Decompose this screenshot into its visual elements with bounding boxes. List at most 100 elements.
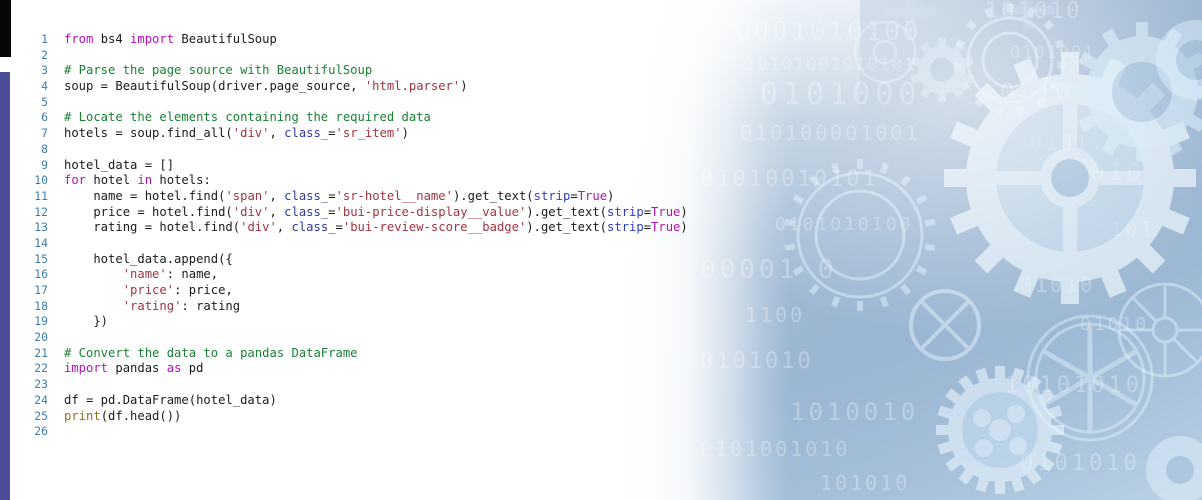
code-line[interactable]: 9 hotel_data = [] <box>0 158 760 174</box>
code-line[interactable]: 14 <box>0 236 760 252</box>
code-token-str: 'price' <box>122 283 175 297</box>
code-token-pl: = <box>643 220 652 235</box>
code-token-str: 'rating' <box>122 298 182 313</box>
code-token-pl: : price, <box>174 283 233 297</box>
code-token-pl: , <box>269 204 285 219</box>
code-token-pl: bs4 <box>93 32 131 46</box>
code-token-kw: for <box>64 173 87 188</box>
code-line-text: hotels = soup.find_all('div', class_='sr… <box>64 126 409 142</box>
code-token-pl: , <box>269 126 285 141</box>
code-line[interactable]: 17 'price': price, <box>0 283 760 299</box>
code-token-fn: print <box>64 408 101 423</box>
code-token-pl: = <box>328 188 336 203</box>
code-token-par: strip <box>533 188 571 203</box>
code-token-cls: class_ <box>284 126 329 141</box>
code-line-text: print(df.head()) <box>64 409 181 425</box>
code-token-pl: ) <box>460 79 468 94</box>
code-line[interactable]: 2 <box>0 48 760 64</box>
code-token-kw: in <box>137 173 153 188</box>
code-token-str: 'sr-hotel__name' <box>335 188 453 203</box>
code-token-kw: True <box>577 188 608 203</box>
code-line[interactable]: 25 print(df.head()) <box>0 409 760 425</box>
code-token-pl: name = hotel.find( <box>64 188 226 203</box>
code-token-pl: ) <box>680 220 688 235</box>
code-token-str: 'sr_item' <box>335 126 402 141</box>
code-line-text: for hotel in hotels: <box>64 173 211 189</box>
code-token-pl: (df.head()) <box>100 408 182 423</box>
code-token-pl: hotel <box>86 173 138 188</box>
code-line[interactable]: 12 price = hotel.find('div', class_='bui… <box>0 205 760 221</box>
code-token-pl: ) <box>401 126 409 141</box>
code-line-text: soup = BeautifulSoup(driver.page_source,… <box>64 79 468 95</box>
code-token-pl: pandas <box>108 361 167 376</box>
code-token-pl: = <box>328 204 336 219</box>
code-token-kw: True <box>651 220 681 235</box>
code-token-pl: }) <box>64 314 109 329</box>
code-token-com: # Locate the elements containing the req… <box>64 110 431 125</box>
code-line-text: df = pd.DataFrame(hotel_data) <box>64 393 277 409</box>
code-token-str: 'span' <box>225 188 270 203</box>
code-token-kw: True <box>651 204 681 219</box>
code-token-pl: pd <box>181 361 204 376</box>
code-token-pl: ).get_text( <box>452 188 534 203</box>
code-token-pl: , <box>276 220 292 235</box>
code-line-text: # Parse the page source with BeautifulSo… <box>64 63 372 79</box>
code-line-text: # Convert the data to a pandas DataFrame <box>64 346 358 362</box>
code-line-text: price = hotel.find('div', class_='bui-pr… <box>64 204 688 221</box>
code-line[interactable]: 6 # Locate the elements containing the re… <box>0 110 760 126</box>
code-line[interactable]: 1 from bs4 import BeautifulSoup <box>0 32 760 48</box>
code-token-pl: ) <box>607 188 615 203</box>
code-line[interactable]: 5 <box>0 95 760 111</box>
purple-accent-bar <box>0 72 10 500</box>
code-line[interactable]: 20 <box>0 330 760 346</box>
code-token-str: 'div' <box>240 220 277 235</box>
code-token-kw: import <box>130 32 175 46</box>
code-line[interactable]: 24 df = pd.DataFrame(hotel_data) <box>0 393 760 409</box>
code-token-str: 'div' <box>232 126 270 141</box>
code-token-pl: hotel_data.append({ <box>64 251 233 266</box>
code-line[interactable]: 23 <box>0 377 760 393</box>
black-accent-bar <box>0 0 11 57</box>
code-token-cls: class_ <box>291 220 336 235</box>
code-token-pl: df = pd.DataFrame(hotel_data) <box>64 392 277 407</box>
code-line[interactable]: 15 hotel_data.append({ <box>0 252 760 268</box>
code-token-pl: = <box>328 126 336 141</box>
code-token-kw: as <box>166 361 182 376</box>
code-line[interactable]: 26 <box>0 424 760 440</box>
code-token-com: # Convert the data to a pandas DataFrame <box>64 345 358 360</box>
code-token-str: 'div' <box>232 204 270 219</box>
code-token-pl: rating = hotel.find( <box>64 220 241 235</box>
code-token-pl: BeautifulSoup <box>174 32 277 46</box>
code-line[interactable]: 11 name = hotel.find('span', class_='sr-… <box>0 189 760 205</box>
code-line[interactable]: 7 hotels = soup.find_all('div', class_='s… <box>0 126 760 142</box>
code-line[interactable]: 10 for hotel in hotels: <box>0 173 760 189</box>
code-line[interactable]: 8 <box>0 142 760 158</box>
code-line[interactable]: 13 rating = hotel.find('div', class_='bu… <box>0 220 760 236</box>
code-token-kw: import <box>64 361 109 376</box>
code-line-text: 'rating': rating <box>64 299 240 315</box>
code-token-pl: ) <box>680 204 688 219</box>
code-line-text: }) <box>64 314 108 330</box>
code-line-text: # Locate the elements containing the req… <box>64 110 431 126</box>
code-token-str: 'bui-review-score__badge' <box>342 220 527 235</box>
code-token-str: 'html.parser' <box>364 79 461 94</box>
code-token-pl: soup = BeautifulSoup(driver.page_source, <box>64 79 365 94</box>
code-line[interactable]: 18 'rating': rating <box>0 299 760 315</box>
code-line[interactable]: 22 import pandas as pd <box>0 361 760 377</box>
code-line[interactable]: 16 'name': name, <box>0 267 760 283</box>
code-listing[interactable]: 1 from bs4 import BeautifulSoup 2 3 # Parse… <box>0 0 760 440</box>
code-line[interactable]: 21 # Convert the data to a pandas DataFra… <box>0 346 760 362</box>
code-line[interactable]: 4 soup = BeautifulSoup(driver.page_source… <box>0 79 760 95</box>
code-line[interactable]: 3 # Parse the page source with BeautifulS… <box>0 63 760 79</box>
code-line-text: name = hotel.find('span', class_='sr-hot… <box>64 189 614 205</box>
code-line[interactable]: 19 }) <box>0 314 760 330</box>
